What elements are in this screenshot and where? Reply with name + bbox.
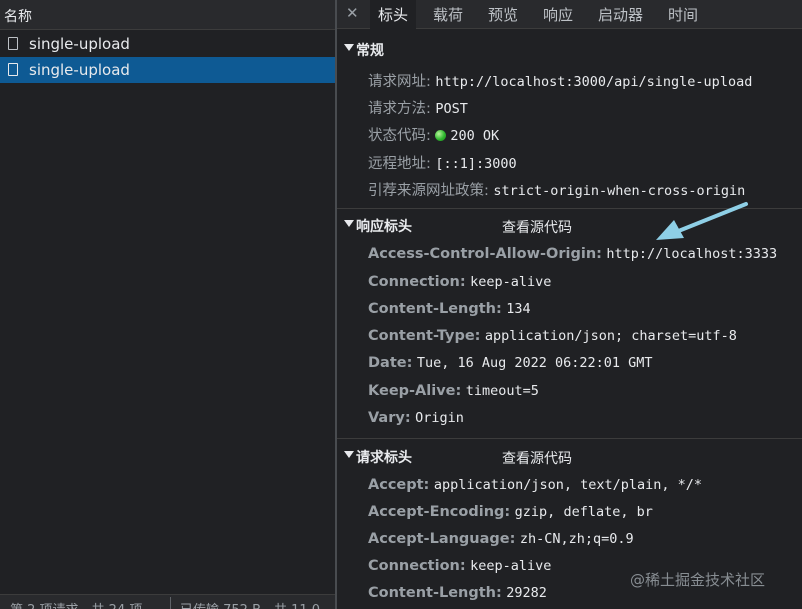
general-row-method: 请求方法: POST (368, 97, 468, 118)
tab-headers[interactable]: 标头 (370, 0, 417, 29)
row-key: 请求网址: (368, 74, 431, 90)
row-key: 远程地址: (368, 156, 431, 172)
transferred-size: 已传输 752 B，共 11.0 (180, 599, 320, 609)
response-header-row: Date: Tue, 16 Aug 2022 06:22:01 GMT (368, 355, 653, 371)
name-column-label: 名称 (4, 9, 32, 25)
row-value: timeout=5 (465, 383, 539, 399)
details-tab-bar: ✕ 标头 载荷 预览 响应 启动器 时间 (337, 0, 802, 29)
tab-response[interactable]: 响应 (543, 4, 573, 25)
response-header-row: Keep-Alive: timeout=5 (368, 383, 539, 399)
response-header-row: Content-Length: 134 (368, 301, 531, 317)
request-list-pane: 名称 single-upload single-upload 第 2 项请求，共… (0, 0, 335, 609)
row-key: Vary: (368, 410, 411, 426)
request-header-row: Accept-Encoding: gzip, deflate, br (368, 504, 653, 520)
status-divider (170, 597, 171, 609)
row-key: Connection: (368, 558, 466, 574)
row-value: http://localhost:3333 (606, 246, 778, 262)
general-row-status: 状态代码: 200 OK (368, 124, 499, 145)
expand-triangle-icon (344, 44, 354, 51)
row-key: Content-Length: (368, 301, 502, 317)
request-row[interactable]: single-upload (0, 31, 335, 57)
document-icon (8, 37, 18, 50)
row-key: Accept-Language: (368, 531, 516, 547)
section-title: 请求标头 (356, 450, 412, 466)
document-icon (8, 63, 18, 76)
row-value: 29282 (506, 585, 547, 601)
tab-payload[interactable]: 载荷 (433, 4, 463, 25)
tab-initiator[interactable]: 启动器 (598, 4, 643, 25)
row-key: 引荐来源网址政策: (368, 183, 489, 199)
row-key: Keep-Alive: (368, 383, 462, 399)
tab-timing[interactable]: 时间 (668, 4, 698, 25)
row-value: http://localhost:3000/api/single-upload (435, 74, 753, 90)
expand-triangle-icon (344, 451, 354, 458)
row-key: Content-Type: (368, 328, 481, 344)
request-header-row: Connection: keep-alive (368, 558, 551, 574)
status-ok-icon (435, 130, 447, 141)
row-key: Content-Length: (368, 585, 502, 601)
row-value: POST (435, 101, 468, 117)
name-column-header[interactable]: 名称 (0, 0, 335, 30)
row-value: gzip, deflate, br (514, 504, 653, 520)
row-key: Accept-Encoding: (368, 504, 511, 520)
section-title: 响应标头 (356, 219, 412, 235)
row-value: application/json, text/plain, */* (433, 477, 703, 493)
response-header-row: Access-Control-Allow-Origin: http://loca… (368, 246, 777, 262)
row-value: application/json; charset=utf-8 (484, 328, 737, 344)
section-divider (337, 438, 802, 439)
request-details-pane: ✕ 标头 载荷 预览 响应 启动器 时间 常规 请求网址: http://loc… (337, 0, 802, 609)
row-value: keep-alive (470, 558, 552, 574)
status-bar: 第 2 项请求，共 24 项 已传输 752 B，共 11.0 (0, 594, 335, 609)
request-header-row: Accept-Language: zh-CN,zh;q=0.9 (368, 531, 634, 547)
response-header-row: Vary: Origin (368, 410, 464, 426)
section-title: 常规 (356, 43, 384, 59)
row-key: Access-Control-Allow-Origin: (368, 246, 602, 262)
row-value: zh-CN,zh;q=0.9 (519, 531, 634, 547)
tab-preview[interactable]: 预览 (488, 4, 518, 25)
request-headers-section-header[interactable]: 请求标头 查看源代码 (337, 442, 802, 470)
watermark: @稀土掘金技术社区 (630, 571, 766, 589)
row-key: Accept: (368, 477, 430, 493)
response-header-row: Content-Type: application/json; charset=… (368, 328, 737, 344)
view-source-link[interactable]: 查看源代码 (502, 217, 572, 237)
row-value: 200 OK (450, 128, 500, 144)
general-section-header[interactable]: 常规 (337, 35, 802, 63)
row-key: Connection: (368, 274, 466, 290)
expand-triangle-icon (344, 220, 354, 227)
request-name: single-upload (29, 35, 130, 53)
request-row-selected[interactable]: single-upload (0, 57, 335, 83)
row-value: Origin (415, 410, 464, 426)
response-header-row: Connection: keep-alive (368, 274, 551, 290)
request-name: single-upload (29, 61, 130, 79)
row-value: keep-alive (470, 274, 552, 290)
request-count: 第 2 项请求，共 24 项 (10, 599, 142, 609)
row-key: Date: (368, 355, 413, 371)
close-icon[interactable]: ✕ (346, 4, 359, 22)
row-value: [::1]:3000 (435, 156, 517, 172)
annotation-arrow-icon (656, 202, 748, 240)
request-header-row: Accept: application/json, text/plain, */… (368, 477, 702, 493)
general-row-remote: 远程地址: [::1]:3000 (368, 152, 517, 173)
request-header-row: Content-Length: 29282 (368, 585, 547, 601)
row-key: 请求方法: (368, 101, 431, 117)
row-key: 状态代码: (368, 128, 431, 144)
view-source-link[interactable]: 查看源代码 (502, 448, 572, 468)
general-row-url: 请求网址: http://localhost:3000/api/single-u… (368, 70, 752, 91)
row-value: 134 (506, 301, 531, 317)
row-value: Tue, 16 Aug 2022 06:22:01 GMT (416, 355, 653, 371)
